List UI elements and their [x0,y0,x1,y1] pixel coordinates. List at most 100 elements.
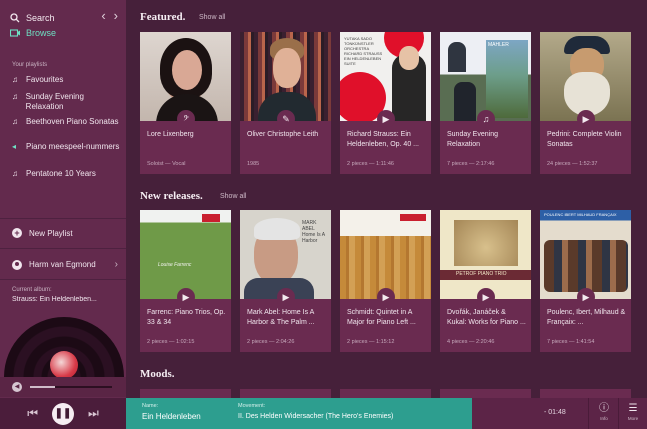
playlist-label: Sunday Evening Relaxation [25,92,84,111]
speaker-icon: ◂ [12,142,17,151]
card-meta: 7 pieces — 1:41:54 [547,339,595,345]
chevron-right-icon: › [114,259,118,270]
card-meta: 2 pieces — 1:02:15 [147,339,195,345]
track-name: Ein Heldenleben [142,412,201,421]
card-title: Pedrini: Complete Violin Sonatas [547,131,622,148]
album-art [340,210,431,299]
featured-card[interactable]: ▶ Pedrini: Complete Violin Sonatas 24 pi… [540,32,631,174]
info-label: Info [600,416,608,421]
album-art: MAHLER [440,32,531,121]
card-meta: 7 pieces — 2:17:46 [447,161,495,167]
forward-arrow-icon[interactable]: › [114,9,118,23]
music-note-icon: ♫ [12,75,18,84]
info-button[interactable]: ⓘ Info [591,402,617,421]
divider [0,279,126,280]
volume-icon[interactable]: ◀ [12,382,22,392]
album-art-text: YUTAKA SADO TONKÜNSTLER ORCHESTRA RICHAR… [344,36,383,66]
search-icon [10,13,20,23]
music-note-icon: ♫ [477,110,495,128]
album-art-text: MARK ABEL Home Is A Harbor [302,220,325,244]
card-meta: 1985 [247,161,260,167]
featured-card[interactable]: 𝄢 Lore Lixenberg Soloist — Vocal [140,32,231,174]
new-releases-row: Louise Farrenc ▶ Farrenc: Piano Trios, O… [140,210,631,352]
pencil-icon: ✎ [277,110,295,128]
pause-button[interactable]: ❚❚ [52,402,74,425]
playlists-caption: Your playlists [12,62,48,68]
album-art: POULENC IBERT MILHAUD FRANÇAIX [540,210,631,299]
remaining-time: - 01:48 [544,409,566,416]
release-card[interactable]: ▶ Schmidt: Quintet in A Major for Piano … [340,210,431,352]
playlist-item-sunday-evening[interactable]: ♫ Sunday Evening Relaxation [12,92,120,112]
featured-heading: Featured. [140,11,186,23]
album-art [540,32,631,121]
release-card[interactable]: Louise Farrenc ▶ Farrenc: Piano Trios, O… [140,210,231,352]
card-title: Farrenc: Piano Trios, Op. 33 & 34 [147,309,226,326]
new-releases-show-all-link[interactable]: Show all [220,193,246,200]
video-icon: ▶ [377,288,395,306]
vinyl-label [50,351,78,377]
browse-icon [10,28,20,37]
volume-slider[interactable] [30,386,112,388]
current-album-title[interactable]: Strauss: Ein Heldenleben... [12,296,122,303]
player-controls: ⏮ ❚❚ ⏭ [0,398,126,429]
card-meta: Soloist — Vocal [147,161,186,167]
plus-icon: + [12,228,22,238]
back-arrow-icon[interactable]: ‹ [101,9,105,23]
video-icon: ▶ [377,110,395,128]
card-title: Lore Lixenberg [147,131,194,138]
more-button[interactable]: ☰ More [620,402,646,421]
menu-icon: ☰ [628,403,638,414]
playlist-item-piano-meespeel[interactable]: ◂ Piano meespeel-nummers [12,142,120,152]
movement-name: II. Des Helden Widersacher (The Hero's E… [238,413,394,420]
sidebar: Search ‹ › Browse Your playlists ♫ Favou… [0,0,126,429]
card-title: Poulenc, Ibert, Milhaud & Françaix: ... [547,309,626,326]
playlist-item-favourites[interactable]: ♫ Favourites [12,75,120,85]
video-icon: ▶ [177,288,195,306]
playlist-label: Favourites [26,75,64,84]
release-card[interactable]: MARK ABEL Home Is A Harbor ▶ Mark Abel: … [240,210,331,352]
card-meta: 24 pieces — 1:52:37 [547,161,598,167]
card-title: Mark Abel: Home Is A Harbor & The Palm .… [247,309,315,326]
card-meta: 2 pieces — 1:11:46 [347,161,394,167]
playlist-item-beethoven[interactable]: ♫ Beethoven Piano Sonatas [12,117,120,127]
album-art-text: MAHLER [488,42,509,48]
divider [0,248,126,249]
browse-button[interactable]: Browse [10,28,56,38]
user-avatar-icon [12,259,22,270]
divider [618,398,619,429]
now-playing-panel[interactable]: Name: Ein Heldenleben Movement: II. Des … [126,398,472,429]
search-label: Search [26,13,55,23]
next-track-icon[interactable]: ⏭ [88,406,99,421]
volume-control: ◀ [0,377,126,397]
moods-heading: Moods. [140,368,175,380]
video-icon: ▶ [477,288,495,306]
music-note-icon: ♫ [12,169,18,178]
card-title: Schmidt: Quintet in A Major for Piano Le… [347,309,416,326]
album-vinyl [2,317,126,377]
info-icon: ⓘ [599,403,609,414]
featured-card[interactable]: ✎ Oliver Christophe Leith 1985 [240,32,331,174]
video-icon: ▶ [577,110,595,128]
browse-label: Browse [26,28,57,38]
card-title: Richard Strauss: Ein Heldenleben, Op. 40… [347,131,419,148]
card-title: Dvořák, Janáček & Kukal: Works for Piano… [447,309,526,326]
user-menu[interactable]: Harm van Egmond › [12,259,118,270]
music-note-icon: ♫ [12,117,18,126]
previous-track-icon[interactable]: ⏮ [27,406,38,421]
release-card[interactable]: PETROF PIANO TRIO ▶ Dvořák, Janáček & Ku… [440,210,531,352]
release-card[interactable]: POULENC IBERT MILHAUD FRANÇAIX ▶ Poulenc… [540,210,631,352]
new-playlist-button[interactable]: + New Playlist [12,228,73,238]
playlist-item-pentatone[interactable]: ♫ Pentatone 10 Years [12,169,120,179]
album-art: YUTAKA SADO TONKÜNSTLER ORCHESTRA RICHAR… [340,32,431,121]
featured-card[interactable]: YUTAKA SADO TONKÜNSTLER ORCHESTRA RICHAR… [340,32,431,174]
playlist-label: Piano meespeel-nummers [26,142,120,151]
new-releases-heading: New releases. [140,190,203,202]
featured-show-all-link[interactable]: Show all [199,14,225,21]
more-label: More [627,416,639,421]
card-meta: 2 pieces — 1:15:12 [347,339,395,345]
featured-card[interactable]: MAHLER ♫ Sunday Evening Relaxation 7 pie… [440,32,531,174]
video-icon: ▶ [577,288,595,306]
history-nav: ‹ › [101,9,118,23]
user-name: Harm van Egmond [29,260,96,269]
volume-fill [30,386,55,388]
